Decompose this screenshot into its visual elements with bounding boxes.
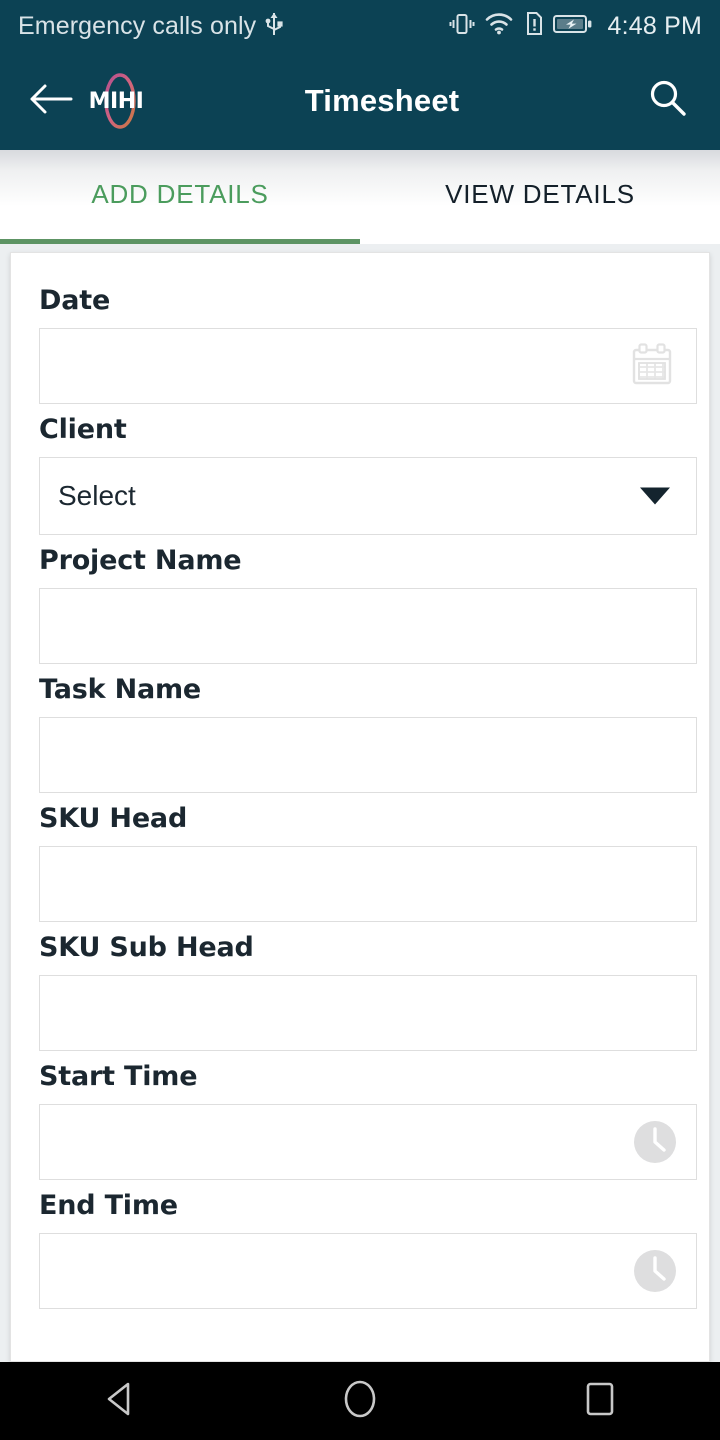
- battery-charging-icon: [553, 13, 593, 40]
- vibrate-icon: [449, 11, 475, 42]
- field-project-name-label: Project Name: [39, 545, 242, 576]
- nav-recents-button[interactable]: [540, 1362, 660, 1440]
- end-time-input[interactable]: [39, 1233, 697, 1309]
- field-date-label: Date: [39, 285, 111, 316]
- date-input[interactable]: [39, 328, 697, 404]
- app-bar: MIHI Timesheet: [0, 52, 720, 150]
- search-icon: [647, 78, 689, 125]
- phone-screen: Emergency calls only 4:48 PM MIHI Timesh…: [0, 0, 720, 1440]
- clock-icon[interactable]: [632, 1119, 678, 1165]
- field-sku-sub-head-label: SKU Sub Head: [39, 932, 254, 963]
- field-project-name: Project Name: [39, 545, 697, 664]
- field-start-time-label: Start Time: [39, 1061, 198, 1092]
- chevron-down-icon[interactable]: [640, 487, 670, 505]
- tab-view-details[interactable]: VIEW DETAILS: [360, 150, 720, 244]
- status-bar-right: 4:48 PM: [449, 11, 702, 42]
- field-task-name-label: Task Name: [39, 674, 202, 705]
- status-bar-left: Emergency calls only: [18, 11, 449, 42]
- nav-back-triangle-icon: [103, 1380, 137, 1423]
- timesheet-form-card: Date Client Select Project Name Task Nam…: [10, 252, 710, 1362]
- nav-recents-square-icon: [583, 1379, 617, 1424]
- page-title: Timesheet: [304, 83, 460, 118]
- carrier-label: Emergency calls only: [18, 11, 257, 40]
- search-button[interactable]: [640, 73, 696, 129]
- tab-active-indicator: [0, 239, 360, 244]
- sku-head-input[interactable]: [39, 846, 697, 922]
- field-end-time: End Time: [39, 1190, 697, 1309]
- calendar-icon[interactable]: [626, 341, 678, 391]
- field-start-time: Start Time: [39, 1061, 697, 1180]
- field-sku-head-label: SKU Head: [39, 803, 188, 834]
- nav-back-button[interactable]: [60, 1362, 180, 1440]
- tab-view-details-label: VIEW DETAILS: [445, 178, 635, 209]
- tab-add-details[interactable]: ADD DETAILS: [0, 150, 360, 244]
- sku-sub-head-input[interactable]: [39, 975, 697, 1051]
- field-date: Date: [39, 285, 697, 404]
- field-end-time-label: End Time: [39, 1190, 178, 1221]
- usb-icon: [264, 11, 284, 42]
- back-arrow-icon: [29, 82, 73, 121]
- nav-home-button[interactable]: [300, 1362, 420, 1440]
- field-client: Client Select: [39, 414, 697, 535]
- field-sku-sub-head: SKU Sub Head: [39, 932, 697, 1051]
- project-name-input[interactable]: [39, 588, 697, 664]
- tab-bar: ADD DETAILS VIEW DETAILS: [0, 150, 720, 244]
- clock-icon[interactable]: [632, 1248, 678, 1294]
- field-task-name: Task Name: [39, 674, 697, 793]
- field-client-label: Client: [39, 414, 127, 445]
- app-logo: MIHI: [86, 70, 152, 132]
- task-name-input[interactable]: [39, 717, 697, 793]
- client-select-value: Select: [58, 480, 136, 511]
- clock-label: 4:48 PM: [607, 11, 702, 40]
- status-bar: Emergency calls only 4:48 PM: [0, 0, 720, 52]
- sim-card-alert-icon: [523, 11, 543, 42]
- start-time-input[interactable]: [39, 1104, 697, 1180]
- back-button[interactable]: [24, 74, 78, 128]
- logo-text: MIHI: [88, 88, 144, 114]
- field-sku-head: SKU Head: [39, 803, 697, 922]
- client-select[interactable]: Select: [39, 457, 697, 535]
- android-nav-bar: [0, 1362, 720, 1440]
- tab-add-details-label: ADD DETAILS: [91, 178, 269, 209]
- wifi-icon: [485, 12, 513, 41]
- nav-home-circle-icon: [340, 1377, 380, 1426]
